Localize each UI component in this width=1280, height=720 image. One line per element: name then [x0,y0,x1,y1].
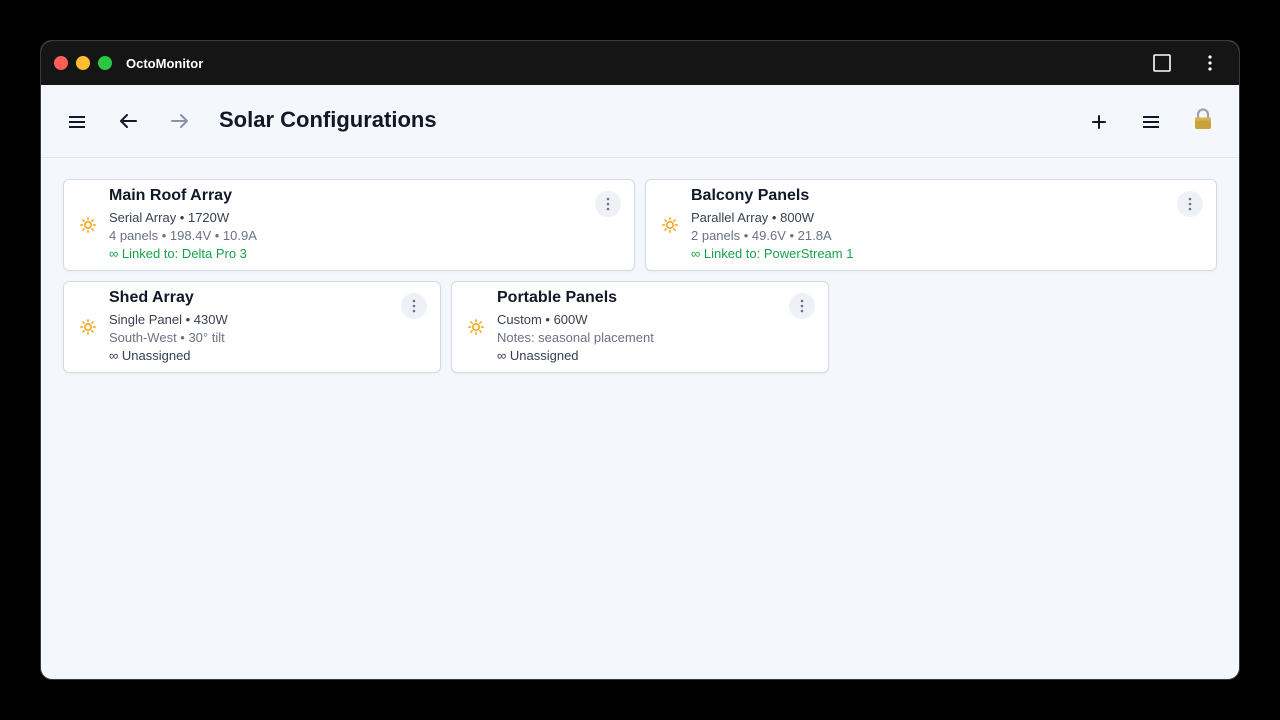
title-bar: OctoMonitor [41,41,1239,85]
app-title: OctoMonitor [126,55,204,71]
vertical-ellipsis-icon [800,299,804,313]
card-more-button[interactable] [595,191,621,217]
card-details: 2 panels • 49.6V • 21.8A [691,228,832,243]
card-body: Shed Array Single Panel • 430W South-Wes… [109,289,390,365]
add-button[interactable] [1086,109,1112,135]
page-title: Solar Configurations [219,107,437,132]
card-type-power: Custom • 600W [497,312,588,327]
card-title: Balcony Panels [691,187,810,204]
lock-button[interactable] [1190,106,1216,132]
card-type-power: Parallel Array • 800W [691,210,815,225]
close-window-button[interactable] [54,56,68,70]
menu-button[interactable] [64,109,90,135]
hamburger-menu-icon [69,116,85,128]
padlock-icon [1195,108,1211,129]
card-more-button[interactable] [1177,191,1203,217]
app-window: OctoMonitor Solar Configurations Main Ro… [40,40,1240,680]
forward-button[interactable] [167,108,193,134]
config-card[interactable]: Shed Array Single Panel • 430W South-Wes… [63,281,441,373]
title-bar-actions [1151,41,1221,85]
sun-icon [80,217,96,233]
config-card[interactable]: Portable Panels Custom • 600W Notes: sea… [451,281,829,373]
card-details: Notes: seasonal placement [497,330,654,345]
sun-icon [468,319,484,335]
toolbar: Solar Configurations [41,85,1239,158]
card-body: Balcony Panels Parallel Array • 800W 2 p… [691,187,1166,263]
vertical-ellipsis-icon [606,197,610,211]
card-more-button[interactable] [789,293,815,319]
card-title: Portable Panels [497,289,618,306]
card-details: 4 panels • 198.4V • 10.9A [109,228,257,243]
card-link-status: ∞ Linked to: Delta Pro 3 [109,246,247,261]
card-body: Main Roof Array Serial Array • 1720W 4 p… [109,187,584,263]
sun-icon [80,319,96,335]
card-body: Portable Panels Custom • 600W Notes: sea… [497,289,778,365]
maximize-window-button[interactable] [98,56,112,70]
card-details: South-West • 30° tilt [109,330,225,345]
window-square-icon [1153,54,1171,72]
window-toggle-button[interactable] [1151,52,1173,74]
config-card[interactable]: Main Roof Array Serial Array • 1720W 4 p… [63,179,635,271]
list-view-button[interactable] [1138,109,1164,135]
config-card[interactable]: Balcony Panels Parallel Array • 800W 2 p… [645,179,1217,271]
card-type-power: Serial Array • 1720W [109,210,230,225]
sun-icon [662,217,678,233]
card-type-power: Single Panel • 430W [109,312,228,327]
card-link-status: ∞ Unassigned [109,348,191,363]
window-controls [54,56,112,70]
vertical-ellipsis-icon [1208,55,1212,71]
card-title: Main Roof Array [109,187,232,204]
card-link-status: ∞ Linked to: PowerStream 1 [691,246,854,261]
vertical-ellipsis-icon [412,299,416,313]
minimize-window-button[interactable] [76,56,90,70]
card-title: Shed Array [109,289,194,306]
window-menu-button[interactable] [1199,52,1221,74]
card-more-button[interactable] [401,293,427,319]
list-icon [1143,116,1159,128]
vertical-ellipsis-icon [1188,197,1192,211]
arrow-left-icon [120,114,137,128]
plus-icon [1092,115,1106,129]
card-link-status: ∞ Unassigned [497,348,579,363]
arrow-right-icon [171,114,188,128]
back-button[interactable] [115,108,141,134]
